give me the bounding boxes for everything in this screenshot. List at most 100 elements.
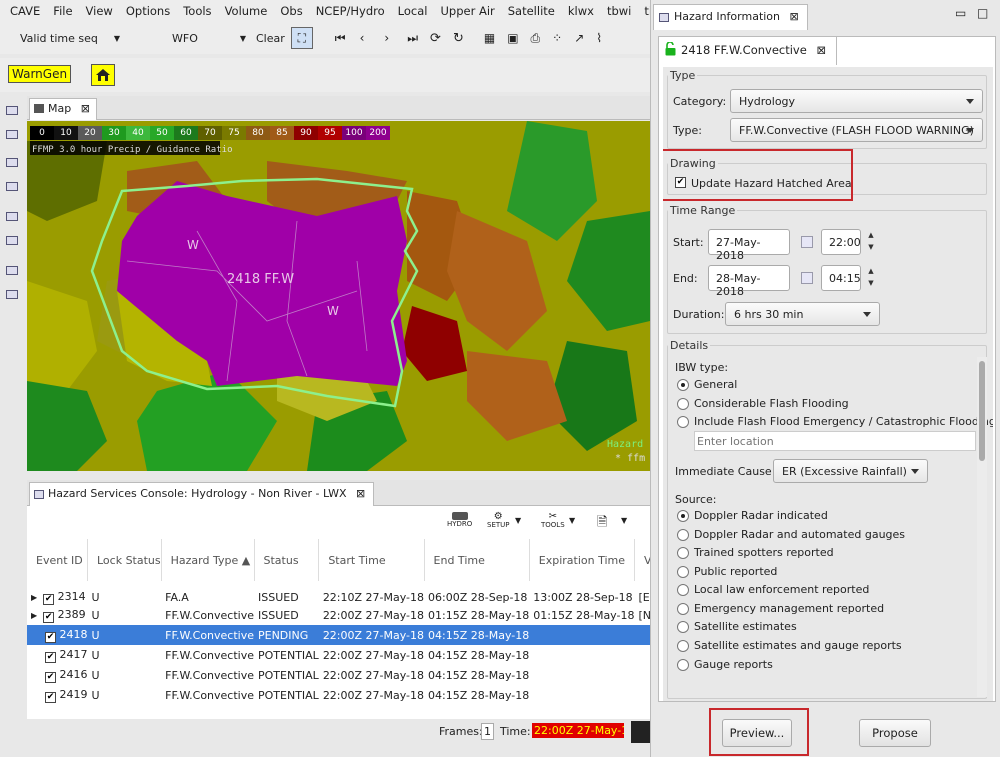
loop-icon[interactable]: ⟳ xyxy=(430,31,441,46)
pan-icon[interactable]: ↗ xyxy=(574,31,584,45)
close-icon[interactable]: ⊠ xyxy=(790,10,799,23)
view-icon[interactable] xyxy=(6,158,18,167)
valid-time-dropdown[interactable]: Valid time seq ▼ xyxy=(20,32,120,45)
details-scrollbar[interactable] xyxy=(977,357,987,697)
view-icon[interactable] xyxy=(6,266,18,275)
home-icon[interactable] xyxy=(91,64,115,86)
minimize-icon[interactable]: ▭ xyxy=(955,6,966,20)
propose-button[interactable]: Propose xyxy=(859,719,931,747)
row-checkbox[interactable]: ✔ xyxy=(43,593,55,605)
start-date-field[interactable]: 27-May-2018 xyxy=(708,229,790,262)
view-icon[interactable] xyxy=(6,212,18,221)
maximize-icon[interactable]: □ xyxy=(977,6,988,20)
source-radio[interactable] xyxy=(677,547,689,559)
calendar-icon[interactable] xyxy=(801,272,813,284)
start-time-spinner[interactable]: ▲ ▼ xyxy=(865,229,877,255)
view-icon[interactable] xyxy=(6,182,18,191)
points-icon[interactable]: ⁘ xyxy=(552,31,562,45)
warngen-button[interactable]: WarnGen xyxy=(8,65,72,83)
col-expiration-time[interactable]: Expiration Time xyxy=(529,539,635,585)
map-display[interactable]: 2418 FF.W W W Hazard * ffm FFMP 3.0 hour… xyxy=(27,121,650,471)
hazard-info-tab[interactable]: Hazard Information ⊠ xyxy=(653,4,808,30)
view-icon[interactable] xyxy=(6,130,18,139)
cause-dropdown[interactable]: ER (Excessive Rainfall) xyxy=(773,459,928,483)
sample-icon[interactable]: ⌇ xyxy=(596,31,602,45)
refresh-icon[interactable]: ↻ xyxy=(453,31,464,46)
ibw-considerable-radio[interactable] xyxy=(677,398,689,410)
col-status[interactable]: Status xyxy=(254,539,320,585)
source-radio[interactable] xyxy=(677,584,689,596)
row-checkbox[interactable]: ✔ xyxy=(45,651,56,663)
col-start-time[interactable]: Start Time xyxy=(318,539,425,585)
row-checkbox[interactable]: ✔ xyxy=(45,691,56,703)
menu-file[interactable]: File xyxy=(47,0,79,22)
source-radio[interactable] xyxy=(677,510,689,522)
document-icon[interactable]: 🗎 xyxy=(597,513,607,535)
col-hazard-type[interactable]: Hazard Type ▲ xyxy=(161,539,255,585)
table-row[interactable]: ✔ 2416 U FF.W.Convective POTENTIAL 22:00… xyxy=(27,665,650,685)
map-tab[interactable]: Map ⊠ xyxy=(29,98,97,120)
source-radio[interactable] xyxy=(677,621,689,633)
image-props-icon[interactable]: ▣ xyxy=(507,31,518,45)
menu-upper-air[interactable]: Upper Air xyxy=(434,0,501,22)
col-event-id[interactable]: Event ID xyxy=(27,539,88,585)
last-frame-icon[interactable]: ⏭ xyxy=(407,31,418,46)
setup-tool-button[interactable]: ⚙ SETUP xyxy=(487,512,510,530)
source-radio[interactable] xyxy=(677,659,689,671)
table-row[interactable]: ▶ ✔ 2389 U FF.W.Convective ISSUED 22:00Z … xyxy=(27,605,650,625)
event-tab[interactable]: 2418 FF.W.Convective ⊠ xyxy=(659,37,838,65)
menu-obs[interactable]: Obs xyxy=(274,0,309,22)
menu-satellite[interactable]: Satellite xyxy=(502,0,562,22)
scroll-thumb[interactable] xyxy=(979,361,985,461)
calendar-icon[interactable] xyxy=(801,236,813,248)
close-icon[interactable]: ⊠ xyxy=(356,487,365,500)
source-radio[interactable] xyxy=(677,566,689,578)
console-tab[interactable]: Hazard Services Console: Hydrology - Non… xyxy=(29,482,375,506)
clear-button[interactable]: Clear xyxy=(256,32,285,45)
display-props-icon[interactable]: ▦ xyxy=(484,31,495,45)
menu-tools[interactable]: Tools xyxy=(177,0,218,22)
expand-icon[interactable]: ▶ xyxy=(31,611,37,620)
row-checkbox[interactable]: ✔ xyxy=(43,611,55,623)
table-row[interactable]: ▶ ✔ 2314 U FA.A ISSUED 22:10Z 27-May-18 0… xyxy=(27,585,650,605)
location-input[interactable] xyxy=(694,431,976,451)
row-checkbox[interactable]: ✔ xyxy=(45,631,56,643)
menu-options[interactable]: Options xyxy=(120,0,177,22)
ibw-emergency-radio[interactable] xyxy=(677,416,689,428)
type-dropdown[interactable]: FF.W.Convective (FLASH FLOOD WARNING) xyxy=(730,118,983,142)
prev-frame-icon[interactable]: ‹ xyxy=(360,31,365,45)
start-time-field[interactable]: 22:00 xyxy=(821,229,861,255)
tools-tool-button[interactable]: ✂ TOOLS xyxy=(541,512,565,530)
print-icon[interactable]: ⎙ xyxy=(531,31,541,46)
map-canvas[interactable]: 2418 FF.W W W Hazard * ffm FFMP 3.0 hour… xyxy=(27,121,650,471)
table-row-selected[interactable]: ✔ 2418 U FF.W.Convective PENDING 22:00Z … xyxy=(27,625,650,645)
hydro-tool-button[interactable]: HYDRO xyxy=(447,512,472,528)
row-checkbox[interactable]: ✔ xyxy=(45,671,56,683)
col-lock-status[interactable]: Lock Status xyxy=(87,539,162,585)
end-date-field[interactable]: 28-May-2018 xyxy=(708,265,790,298)
menu-ncep-hydro[interactable]: NCEP/Hydro xyxy=(310,0,392,22)
next-frame-icon[interactable]: › xyxy=(384,31,389,45)
menu-view[interactable]: View xyxy=(80,0,120,22)
duration-dropdown[interactable]: 6 hrs 30 min xyxy=(725,302,880,326)
menu-cave[interactable]: CAVE xyxy=(4,0,47,22)
menu-klwx[interactable]: klwx xyxy=(562,0,601,22)
chevron-down-icon[interactable]: ▼ xyxy=(621,516,627,525)
menu-tiad[interactable]: tiad xyxy=(638,0,650,22)
view-icon[interactable] xyxy=(6,290,18,299)
source-radio[interactable] xyxy=(677,603,689,615)
chevron-down-icon[interactable]: ▼ xyxy=(569,516,575,525)
ibw-general-radio[interactable] xyxy=(677,379,689,391)
menu-volume[interactable]: Volume xyxy=(219,0,275,22)
end-time-field[interactable]: 04:15 xyxy=(821,265,861,291)
zoom-fit-icon[interactable]: ⛶ xyxy=(290,27,313,49)
source-radio[interactable] xyxy=(677,529,689,541)
chevron-down-icon[interactable]: ▼ xyxy=(515,516,521,525)
close-icon[interactable]: ⊠ xyxy=(816,43,826,57)
end-time-spinner[interactable]: ▲ ▼ xyxy=(865,265,877,291)
view-icon[interactable] xyxy=(6,106,18,115)
expand-icon[interactable]: ▶ xyxy=(31,593,37,602)
first-frame-icon[interactable]: ⏮ xyxy=(335,31,346,46)
wfo-dropdown[interactable]: WFO ▼ xyxy=(172,32,246,45)
table-row[interactable]: ✔ 2417 U FF.W.Convective POTENTIAL 22:00… xyxy=(27,645,650,665)
